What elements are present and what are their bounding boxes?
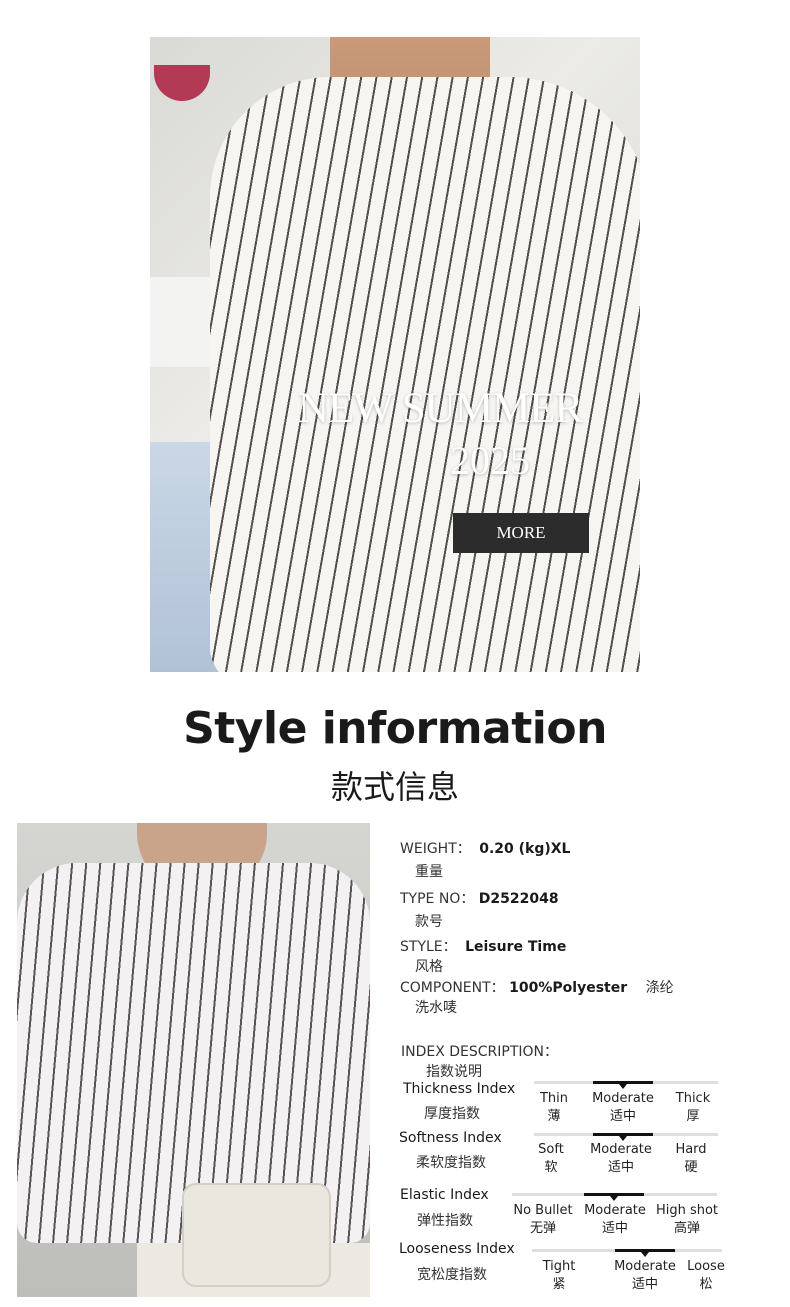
index-description-cn: 指数说明 [426,1064,482,1080]
index-option: No Bullet 无弹 [513,1203,573,1236]
index-option: Thick 厚 [675,1091,711,1124]
spec-extra: 涤纶 [645,980,674,996]
hero-title: NEW SUMMER [297,385,583,432]
spec-component: COMPONENT： 100%Polyester 涤纶 [400,977,674,997]
index-name: Looseness Index [399,1241,515,1257]
index-description-label: INDEX DESCRIPTION： [401,1044,559,1060]
index-name: Softness Index [399,1130,502,1146]
spec-value: 100%Polyester [509,980,628,996]
index-option: High shot 高弹 [655,1203,719,1236]
spec-cn: 风格 [415,959,443,975]
hero-banner-image: NEW SUMMER 2025 MORE [150,37,640,672]
selected-marker-icon [641,1252,649,1257]
section-title: Style information [183,703,607,754]
index-option: Moderate 适中 [584,1203,646,1236]
index-option: Thin 薄 [539,1091,569,1124]
spec-label: WEIGHT： [400,841,471,857]
spec-value: 0.20 (kg)XL [479,841,571,857]
striped-shirt [210,77,640,672]
spec-value: Leisure Time [465,939,567,955]
spec-weight: WEIGHT： 0.20 (kg)XL [400,838,570,858]
spec-value: D2522048 [478,891,559,907]
index-option: Hard 硬 [675,1142,707,1175]
spec-label: TYPE NO： [400,891,475,907]
spec-label: STYLE： [400,939,457,955]
index-option: Tight 紧 [542,1259,576,1292]
spec-type-no: TYPE NO： D2522048 [400,888,559,908]
handbag [182,1183,331,1287]
spec-style: STYLE： Leisure Time [400,936,566,956]
index-option: Loose 松 [687,1259,725,1292]
hero-year: 2025 [450,438,530,483]
index-cn: 厚度指数 [424,1106,480,1122]
index-option: Moderate 适中 [592,1091,654,1124]
index-name: Thickness Index [403,1081,516,1097]
index-option: Soft 软 [538,1142,564,1175]
spec-cn: 重量 [415,864,443,880]
index-option: Moderate 适中 [614,1259,676,1292]
index-cn: 弹性指数 [417,1213,473,1229]
spec-label: COMPONENT： [400,980,505,996]
index-name: Elastic Index [400,1187,489,1203]
index-cn: 宽松度指数 [417,1267,487,1283]
spec-cn: 款号 [415,914,443,930]
spec-cn: 洗水唛 [415,1000,457,1016]
section-subtitle: 款式信息 [330,768,459,806]
selected-marker-icon [619,1084,627,1089]
selected-marker-icon [610,1196,618,1201]
index-cn: 柔软度指数 [416,1155,486,1171]
more-button[interactable]: MORE [453,513,589,553]
product-photo [17,823,370,1297]
index-option: Moderate 适中 [590,1142,652,1175]
